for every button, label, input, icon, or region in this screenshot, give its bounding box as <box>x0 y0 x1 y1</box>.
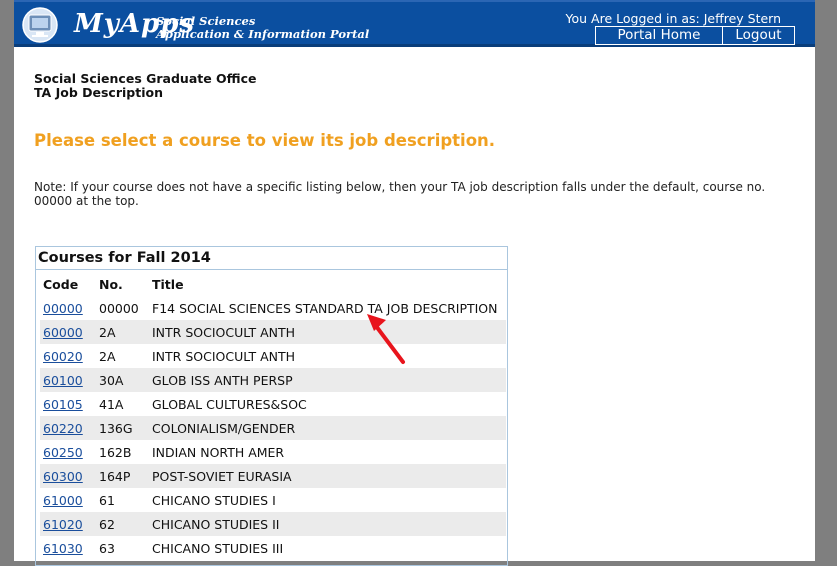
course-code-cell: 61020 <box>40 512 96 536</box>
course-code-link[interactable]: 60105 <box>43 397 83 412</box>
course-title-cell: CHICANO STUDIES I <box>152 492 276 508</box>
course-code-link[interactable]: 60020 <box>43 349 83 364</box>
course-number-cell: 162B <box>99 444 132 460</box>
course-code-link[interactable]: 60100 <box>43 373 83 388</box>
courses-title: Courses for Fall 2014 <box>36 247 507 270</box>
course-code-link[interactable]: 61030 <box>43 541 83 556</box>
course-number-cell: 41A <box>99 396 124 412</box>
column-header-no: No. <box>99 276 123 292</box>
monitor-logo-icon <box>22 7 58 43</box>
course-code-cell: 00000 <box>40 296 96 320</box>
table-row: 60220 136G COLONIALISM/GENDER <box>40 416 506 440</box>
header-nav: Portal Home Logout <box>595 26 795 45</box>
page: MyApps Social Sciences Application & Inf… <box>14 0 815 566</box>
course-code-cell: 60020 <box>40 344 96 368</box>
course-number-cell: 61 <box>99 492 115 508</box>
course-title-cell: INTR SOCIOCULT ANTH <box>149 320 506 344</box>
table-row: 60020 2A INTR SOCIOCULT ANTH <box>40 344 506 368</box>
logout-button[interactable]: Logout <box>723 27 794 44</box>
page-subtitle: TA Job Description <box>34 85 163 100</box>
course-number-cell: 63 <box>99 540 115 556</box>
column-header-code: Code <box>43 276 79 292</box>
column-header-title: Title <box>152 276 184 292</box>
course-code-link[interactable]: 61020 <box>43 517 83 532</box>
course-code-link[interactable]: 60000 <box>43 325 83 340</box>
course-title-cell: INTR SOCIOCULT ANTH <box>152 348 296 364</box>
course-title-cell: CHICANO STUDIES II <box>149 512 506 536</box>
course-code-cell: 60000 <box>40 320 96 344</box>
course-title-cell: COLONIALISM/GENDER <box>149 416 506 440</box>
logged-in-user: You Are Logged in as: Jeffrey Stern <box>565 11 781 26</box>
course-code-cell: 61000 <box>40 488 96 512</box>
portal-home-button[interactable]: Portal Home <box>596 27 723 44</box>
course-title-cell: POST-SOVIET EURASIA <box>149 464 506 488</box>
course-number-cell: 2A <box>99 348 116 364</box>
course-number-cell: 164P <box>96 464 149 488</box>
table-row: 61020 62 CHICANO STUDIES II <box>40 512 506 536</box>
table-row: 61030 63 CHICANO STUDIES III <box>40 536 506 560</box>
table-row: 00000 00000 F14 SOCIAL SCIENCES STANDARD T… <box>40 296 506 320</box>
table-row: 60100 30A GLOB ISS ANTH PERSP <box>40 368 506 392</box>
course-number-cell: 00000 <box>99 300 139 316</box>
course-code-cell: 60300 <box>40 464 96 488</box>
course-code-cell: 60220 <box>40 416 96 440</box>
courses-table: Code No. Title 00000 00000 F14 SOCIAL SCIE… <box>40 272 506 560</box>
course-title-cell: CHICANO STUDIES III <box>152 540 284 556</box>
course-number-cell: 2A <box>96 320 149 344</box>
office-name: Social Sciences Graduate Office <box>34 71 257 86</box>
course-code-link[interactable]: 60250 <box>43 445 83 460</box>
course-code-link[interactable]: 61000 <box>43 493 83 508</box>
courses-table-body: 00000 00000 F14 SOCIAL SCIENCES STANDARD T… <box>40 296 506 560</box>
table-row: 60300 164P POST-SOVIET EURASIA <box>40 464 506 488</box>
course-code-link[interactable]: 60300 <box>43 469 83 484</box>
course-code-cell: 60250 <box>40 440 96 464</box>
course-title-cell: GLOB ISS ANTH PERSP <box>149 368 506 392</box>
course-code-link[interactable]: 00000 <box>43 301 83 316</box>
course-title-cell: GLOBAL CULTURES&SOC <box>152 396 307 412</box>
tagline-line-2: Application & Information Portal <box>156 27 370 41</box>
page-title: Please select a course to view its job d… <box>34 131 496 150</box>
table-row: 60000 2A INTR SOCIOCULT ANTH <box>40 320 506 344</box>
course-code-cell: 60105 <box>40 392 96 416</box>
course-code-cell: 60100 <box>40 368 96 392</box>
course-code-link[interactable]: 60220 <box>43 421 83 436</box>
table-row: 60105 41A GLOBAL CULTURES&SOC <box>40 392 506 416</box>
table-row: 60250 162B INDIAN NORTH AMER <box>40 440 506 464</box>
portal-tagline: Social Sciences Application & Informatio… <box>156 15 369 41</box>
course-number-cell: 62 <box>96 512 149 536</box>
default-note: Note: If your course does not have a spe… <box>34 180 766 208</box>
portal-header: MyApps Social Sciences Application & Inf… <box>14 0 815 47</box>
red-arrow-annotation <box>367 314 405 364</box>
course-title-cell: F14 SOCIAL SCIENCES STANDARD TA JOB DESC… <box>152 300 498 316</box>
courses-panel: Courses for Fall 2014 Code No. Title 000… <box>35 246 508 566</box>
course-number-cell: 30A <box>96 368 149 392</box>
table-header-row: Code No. Title <box>40 272 506 296</box>
course-code-cell: 61030 <box>40 536 96 560</box>
table-row: 61000 61 CHICANO STUDIES I <box>40 488 506 512</box>
course-number-cell: 136G <box>96 416 149 440</box>
course-title-cell: INDIAN NORTH AMER <box>152 444 285 460</box>
office-heading: Social Sciences Graduate Office TA Job D… <box>34 72 257 100</box>
